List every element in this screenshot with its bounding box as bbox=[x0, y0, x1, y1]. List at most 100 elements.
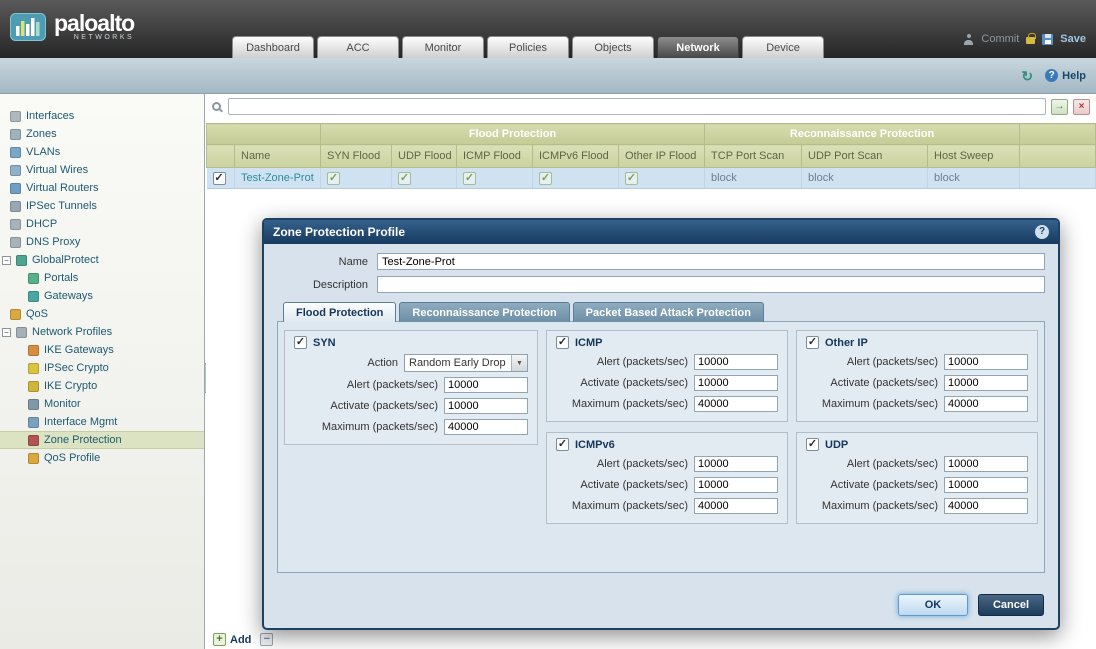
group-header-reconnaissance-protection: Reconnaissance Protection bbox=[705, 124, 1020, 145]
udp-alert-input[interactable] bbox=[944, 456, 1028, 472]
udp-panel: ✓ UDP Alert (packets/sec) Activate (pack… bbox=[796, 432, 1038, 524]
sidebar-item-label: Zones bbox=[26, 128, 57, 140]
sidebar-item-label: Portals bbox=[44, 272, 78, 284]
row-checkbox[interactable]: ✓ bbox=[213, 172, 226, 185]
row-name-link[interactable]: Test-Zone-Prot bbox=[235, 168, 321, 189]
sidebar-item-interface-mgmt[interactable]: Interface Mgmt bbox=[0, 413, 204, 431]
description-input[interactable] bbox=[377, 276, 1045, 293]
tab-device[interactable]: Device bbox=[742, 36, 824, 58]
tab-packet-based-attack-protection[interactable]: Packet Based Attack Protection bbox=[573, 302, 764, 322]
tab-network[interactable]: Network bbox=[657, 36, 739, 58]
column-header-icmpv6-flood[interactable]: ICMPv6 Flood bbox=[533, 145, 619, 168]
collapse-toggle-icon[interactable]: − bbox=[2, 256, 11, 265]
column-header-syn-flood[interactable]: SYN Flood bbox=[321, 145, 392, 168]
tab-acc[interactable]: ACC bbox=[317, 36, 399, 58]
zones-icon bbox=[10, 129, 21, 140]
column-header-udp-flood[interactable]: UDP Flood bbox=[392, 145, 457, 168]
sidebar-item-label: Network Profiles bbox=[32, 326, 112, 338]
icmp-alert-input[interactable] bbox=[694, 354, 778, 370]
udp-maximum-input[interactable] bbox=[944, 498, 1028, 514]
sidebar-item-globalprotect[interactable]: − GlobalProtect bbox=[0, 251, 204, 269]
commit-button[interactable]: Commit bbox=[981, 33, 1019, 45]
udp-enabled-checkbox[interactable]: ✓ bbox=[806, 438, 819, 451]
udp-flood-check-icon: ✓ bbox=[398, 172, 411, 185]
zone-protection-profile-dialog: Zone Protection Profile ? Name Descripti… bbox=[262, 218, 1060, 630]
sidebar-item-ipsec-tunnels[interactable]: IPSec Tunnels bbox=[0, 197, 204, 215]
sidebar-item-virtual-wires[interactable]: Virtual Wires bbox=[0, 161, 204, 179]
sidebar-item-virtual-routers[interactable]: Virtual Routers bbox=[0, 179, 204, 197]
dropdown-arrow-icon[interactable]: ▼ bbox=[511, 355, 527, 371]
tab-objects[interactable]: Objects bbox=[572, 36, 654, 58]
sidebar-item-network-profiles[interactable]: − Network Profiles bbox=[0, 323, 204, 341]
add-button[interactable]: + Add bbox=[213, 633, 251, 646]
tab-flood-protection[interactable]: Flood Protection bbox=[283, 302, 396, 322]
vlans-icon bbox=[10, 147, 21, 158]
sidebar-item-zones[interactable]: Zones bbox=[0, 125, 204, 143]
icmpv6-enabled-checkbox[interactable]: ✓ bbox=[556, 438, 569, 451]
column-header-udp-port-scan[interactable]: UDP Port Scan bbox=[802, 145, 928, 168]
other-ip-alert-input[interactable] bbox=[944, 354, 1028, 370]
name-input[interactable] bbox=[377, 253, 1045, 270]
clipped-footer-button[interactable]: − bbox=[260, 633, 273, 646]
search-input[interactable] bbox=[228, 98, 1046, 115]
dns-proxy-icon bbox=[10, 237, 21, 248]
help-button[interactable]: ? Help bbox=[1045, 69, 1086, 82]
column-header-other-ip-flood[interactable]: Other IP Flood bbox=[619, 145, 705, 168]
sidebar-item-vlans[interactable]: VLANs bbox=[0, 143, 204, 161]
tab-reconnaissance-protection[interactable]: Reconnaissance Protection bbox=[399, 302, 569, 322]
other-ip-enabled-checkbox[interactable]: ✓ bbox=[806, 336, 819, 349]
sidebar-item-ike-gateways[interactable]: IKE Gateways bbox=[0, 341, 204, 359]
interfaces-icon bbox=[10, 111, 21, 122]
column-header-tcp-port-scan[interactable]: TCP Port Scan bbox=[705, 145, 802, 168]
sidebar-item-gateways[interactable]: Gateways bbox=[0, 287, 204, 305]
sidebar-item-qos-profile[interactable]: QoS Profile bbox=[0, 449, 204, 467]
icmp-activate-input[interactable] bbox=[694, 375, 778, 391]
icmpv6-flood-check-icon: ✓ bbox=[539, 172, 552, 185]
portals-icon bbox=[28, 273, 39, 284]
save-disk-icon bbox=[1042, 34, 1053, 45]
search-clear-button[interactable]: × bbox=[1073, 99, 1090, 115]
sidebar-item-ipsec-crypto[interactable]: IPSec Crypto bbox=[0, 359, 204, 377]
sidebar-item-zone-protection[interactable]: Zone Protection bbox=[0, 431, 204, 449]
refresh-icon[interactable]: ↻ bbox=[1021, 70, 1033, 82]
table-row[interactable]: ✓ Test-Zone-Prot ✓ ✓ ✓ ✓ ✓ block block b… bbox=[207, 168, 1096, 189]
sidebar-item-qos[interactable]: QoS bbox=[0, 305, 204, 323]
syn-alert-label: Alert (packets/sec) bbox=[347, 379, 438, 391]
column-header-icmp-flood[interactable]: ICMP Flood bbox=[457, 145, 533, 168]
dialog-title-bar[interactable]: Zone Protection Profile ? bbox=[264, 220, 1058, 244]
column-header-name[interactable]: Name bbox=[235, 145, 321, 168]
other-ip-maximum-input[interactable] bbox=[944, 396, 1028, 412]
tab-policies[interactable]: Policies bbox=[487, 36, 569, 58]
sidebar-item-portals[interactable]: Portals bbox=[0, 269, 204, 287]
column-header-filler bbox=[1020, 145, 1096, 168]
syn-alert-input[interactable] bbox=[444, 377, 528, 393]
icmp-activate-label: Activate (packets/sec) bbox=[580, 377, 688, 389]
sidebar-item-interfaces[interactable]: Interfaces bbox=[0, 107, 204, 125]
other-ip-activate-input[interactable] bbox=[944, 375, 1028, 391]
save-button[interactable]: Save bbox=[1060, 33, 1086, 45]
icmpv6-activate-input[interactable] bbox=[694, 477, 778, 493]
tab-monitor[interactable]: Monitor bbox=[402, 36, 484, 58]
search-go-button[interactable]: → bbox=[1051, 99, 1068, 115]
cancel-button[interactable]: Cancel bbox=[978, 594, 1044, 616]
syn-action-select[interactable]: Random Early Drop ▼ bbox=[404, 354, 528, 372]
dialog-help-icon[interactable]: ? bbox=[1035, 225, 1049, 239]
flood-protection-tab-panel: ✓ SYN Action Random Early Drop ▼ Alert (… bbox=[277, 321, 1045, 573]
syn-enabled-checkbox[interactable]: ✓ bbox=[294, 336, 307, 349]
syn-maximum-input[interactable] bbox=[444, 419, 528, 435]
icmpv6-maximum-input[interactable] bbox=[694, 498, 778, 514]
syn-activate-input[interactable] bbox=[444, 398, 528, 414]
tab-dashboard[interactable]: Dashboard bbox=[232, 36, 314, 58]
sidebar-item-dhcp[interactable]: DHCP bbox=[0, 215, 204, 233]
collapse-toggle-icon[interactable]: − bbox=[2, 328, 11, 337]
sidebar-item-monitor[interactable]: Monitor bbox=[0, 395, 204, 413]
ok-button[interactable]: OK bbox=[898, 594, 968, 616]
icmpv6-alert-input[interactable] bbox=[694, 456, 778, 472]
icmp-enabled-checkbox[interactable]: ✓ bbox=[556, 336, 569, 349]
udp-activate-input[interactable] bbox=[944, 477, 1028, 493]
column-header-host-sweep[interactable]: Host Sweep bbox=[928, 145, 1020, 168]
sidebar-item-label: DNS Proxy bbox=[26, 236, 80, 248]
sidebar-item-dns-proxy[interactable]: DNS Proxy bbox=[0, 233, 204, 251]
icmp-maximum-input[interactable] bbox=[694, 396, 778, 412]
sidebar-item-ike-crypto[interactable]: IKE Crypto bbox=[0, 377, 204, 395]
